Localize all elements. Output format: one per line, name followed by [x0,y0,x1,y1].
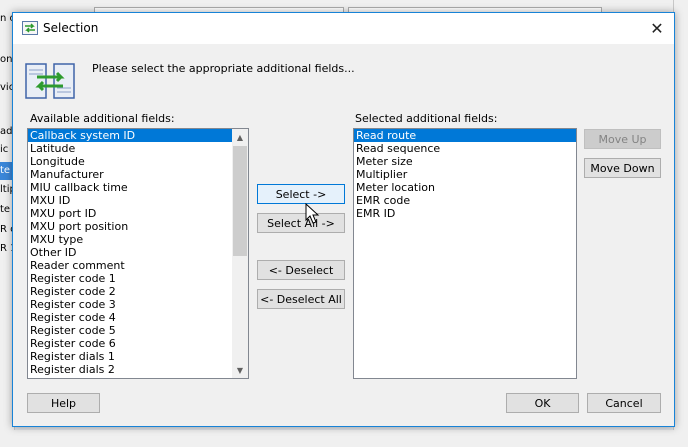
available-fields-listbox[interactable]: Callback system ID Latitude Longitude Manuf… [27,128,249,379]
selection-dialog: Selection ✕ Please select the appropriat… [12,12,675,427]
background-app-toolbar [14,0,688,19]
available-list-item[interactable]: Register dials 1 [28,350,248,363]
select-all-button[interactable]: Select All -> [257,213,345,233]
help-button[interactable]: Help [27,393,100,413]
available-list-item[interactable]: Reader comment [28,259,248,272]
available-list-item[interactable]: Register code 1 [28,272,248,285]
mouse-pointer-icon [305,203,320,224]
instruction-text: Please select the appropriate additional… [92,62,355,75]
cancel-button[interactable]: Cancel [587,393,661,413]
available-list-item[interactable]: Callback system ID [28,129,248,142]
deselect-all-button[interactable]: <- Deselect All [257,289,345,309]
available-fields-label: Available additional fields: [30,112,175,125]
available-list-item[interactable]: Register code 4 [28,311,248,324]
available-list-item[interactable]: Register dials 2 [28,363,248,376]
available-list-item[interactable]: Manufacturer [28,168,248,181]
available-list-item[interactable]: MIU callback time [28,181,248,194]
transfer-fields-icon [25,63,75,99]
select-button[interactable]: Select -> [257,184,345,204]
close-icon: ✕ [650,18,664,38]
selected-list-item[interactable]: EMR ID [354,207,576,220]
available-list-item[interactable]: Longitude [28,155,248,168]
available-list-item[interactable]: MXU ID [28,194,248,207]
selected-list-item[interactable]: Meter location [354,181,576,194]
available-list-item[interactable]: Register code 2 [28,285,248,298]
ok-button[interactable]: OK [506,393,579,413]
selected-list-item[interactable]: Meter size [354,155,576,168]
selection-app-icon [22,21,38,35]
available-list-item[interactable]: Other ID [28,246,248,259]
selected-list-item[interactable]: Read sequence [354,142,576,155]
available-list-item[interactable]: MXU port ID [28,207,248,220]
scroll-down-icon[interactable]: ▼ [232,363,248,377]
selected-fields-listbox[interactable]: Read route Read sequence Meter size Multipl… [353,128,577,379]
scroll-up-icon[interactable]: ▲ [232,130,248,144]
selected-list-item[interactable]: Read route [354,129,576,142]
available-list-item[interactable]: Register code 6 [28,337,248,350]
available-list-item[interactable]: MXU type [28,233,248,246]
title-bar: Selection ✕ [13,13,674,44]
available-list-item[interactable]: Latitude [28,142,248,155]
move-down-button[interactable]: Move Down [584,158,661,178]
selected-fields-label: Selected additional fields: [355,112,498,125]
close-button[interactable]: ✕ [640,13,674,43]
background-app-right-panel [673,0,688,447]
selected-list-item[interactable]: EMR code [354,194,576,207]
available-list-item[interactable]: Register code 5 [28,324,248,337]
available-scrollbar[interactable]: ▲ ▼ [232,129,248,378]
available-list-item[interactable]: Register code 3 [28,298,248,311]
scrollbar-thumb[interactable] [233,146,247,256]
dialog-title: Selection [43,21,99,35]
background-app-bottom [14,430,688,447]
deselect-button[interactable]: <- Deselect [257,260,345,280]
move-up-button[interactable]: Move Up [584,129,661,149]
available-list-item[interactable]: MXU port position [28,220,248,233]
selected-list-item[interactable]: Multiplier [354,168,576,181]
